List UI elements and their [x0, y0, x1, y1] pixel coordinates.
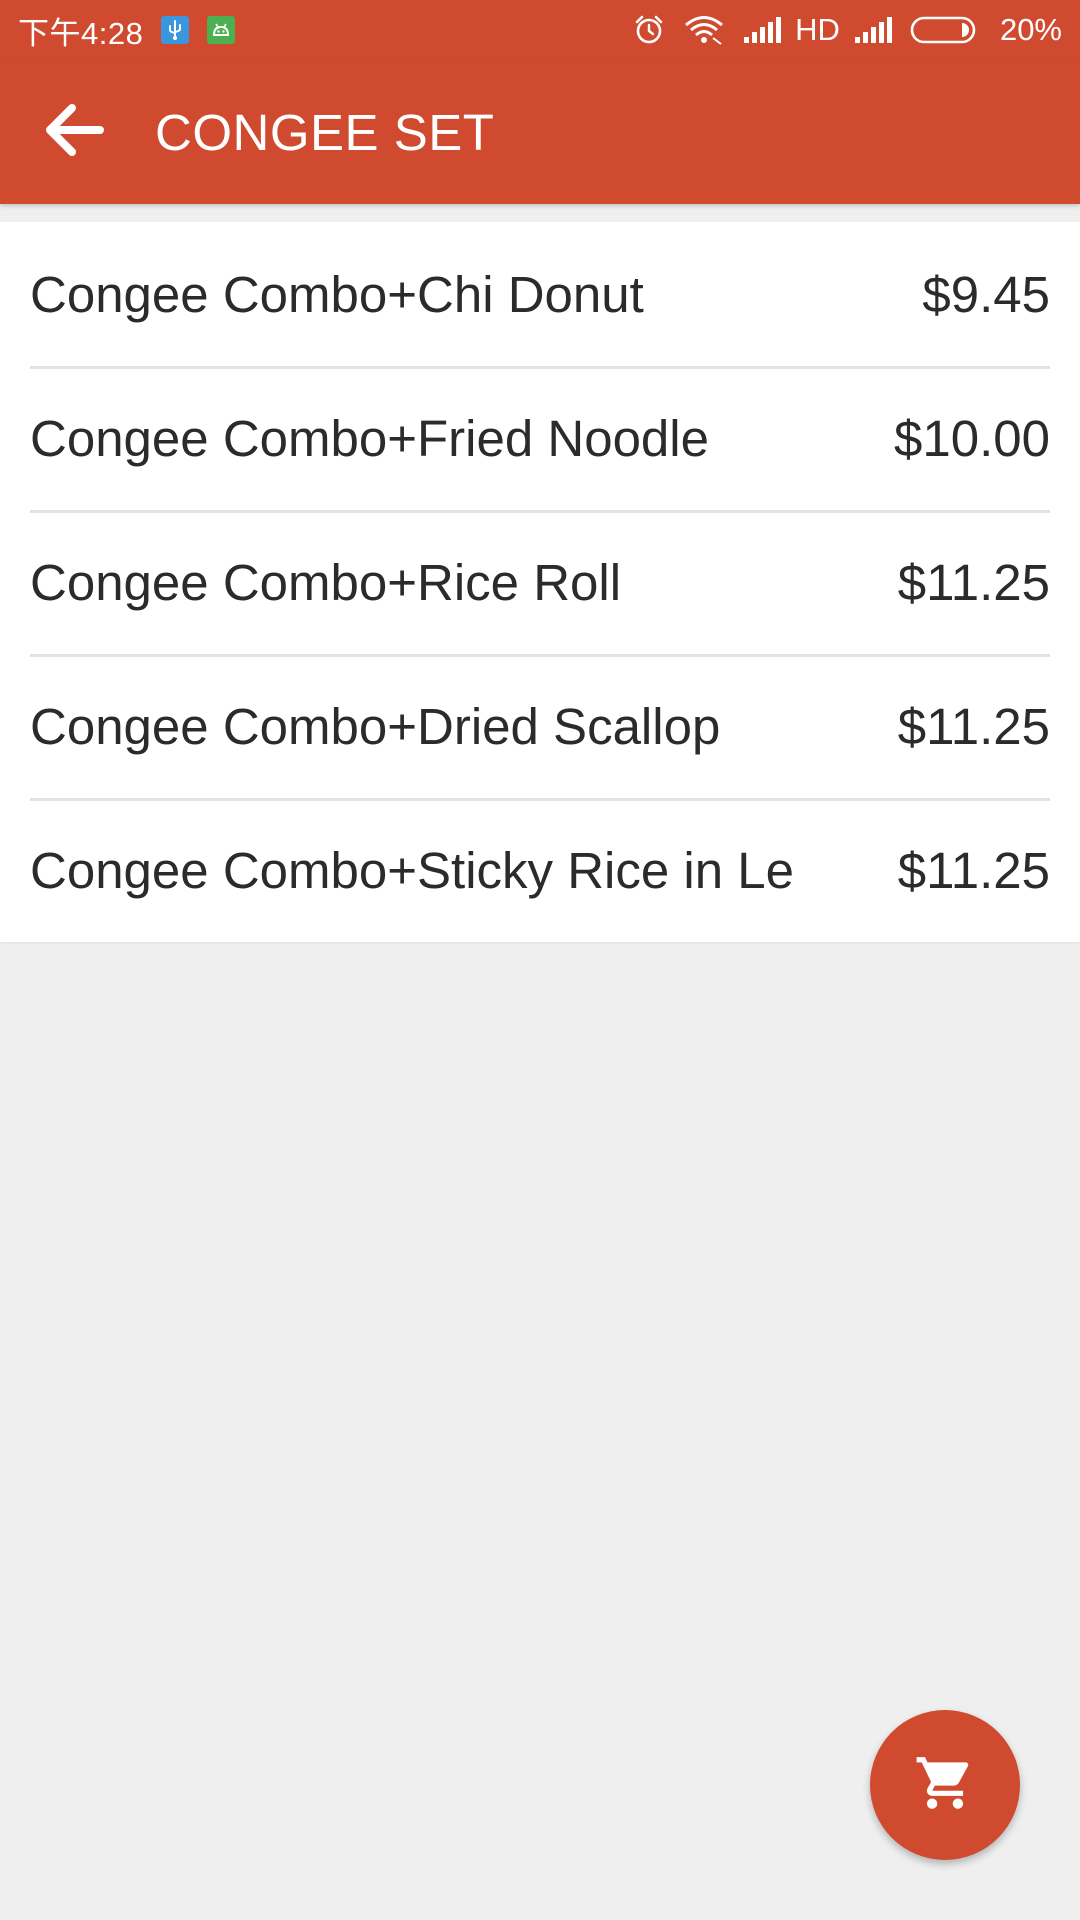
list-item[interactable]: Congee Combo+Dried Scallop $11.25: [0, 654, 1080, 798]
battery-percentage: 20%: [999, 12, 1062, 47]
battery-icon: [910, 15, 982, 45]
list-item[interactable]: Congee Combo+Chi Donut $9.45: [0, 222, 1080, 366]
item-name: Congee Combo+Chi Donut: [30, 265, 644, 323]
signal-icon: [854, 17, 892, 43]
app-screen: 下午4:28 HD 20% CONGEE SET Congee Combo+Ch…: [0, 0, 1080, 1920]
status-left: 下午4:28: [18, 0, 236, 60]
status-right: HD 20%: [633, 0, 1062, 60]
android-debug-icon: [207, 16, 236, 44]
arrow-back-icon: [44, 102, 104, 163]
list-item[interactable]: Congee Combo+Sticky Rice in Le $11.25: [0, 798, 1080, 942]
signal-icon: [743, 17, 782, 43]
menu-list: Congee Combo+Chi Donut $9.45 Congee Comb…: [0, 222, 1080, 942]
item-name: Congee Combo+Rice Roll: [30, 553, 622, 611]
status-time: 下午4:28: [18, 15, 144, 51]
alarm-icon: [633, 14, 665, 46]
network-type-label: HD: [795, 12, 840, 47]
item-name: Congee Combo+Fried Noodle: [30, 409, 709, 467]
page-title: CONGEE SET: [155, 103, 495, 161]
item-price: $10.00: [894, 409, 1050, 467]
wifi-icon: [683, 14, 725, 46]
item-price: $11.25: [897, 553, 1050, 611]
usb-icon: [161, 16, 190, 44]
status-bar: 下午4:28 HD 20%: [0, 0, 1080, 60]
cart-fab-button[interactable]: [870, 1710, 1020, 1860]
shopping-cart-icon: [914, 1752, 976, 1819]
item-price: $9.45: [922, 265, 1050, 323]
item-name: Congee Combo+Sticky Rice in Le: [30, 841, 794, 899]
item-price: $11.25: [897, 697, 1050, 755]
item-price: $11.25: [897, 841, 1050, 899]
app-bar: CONGEE SET: [0, 60, 1080, 204]
item-name: Congee Combo+Dried Scallop: [30, 697, 721, 755]
back-button[interactable]: [38, 96, 110, 168]
list-item[interactable]: Congee Combo+Fried Noodle $10.00: [0, 366, 1080, 510]
list-item[interactable]: Congee Combo+Rice Roll $11.25: [0, 510, 1080, 654]
